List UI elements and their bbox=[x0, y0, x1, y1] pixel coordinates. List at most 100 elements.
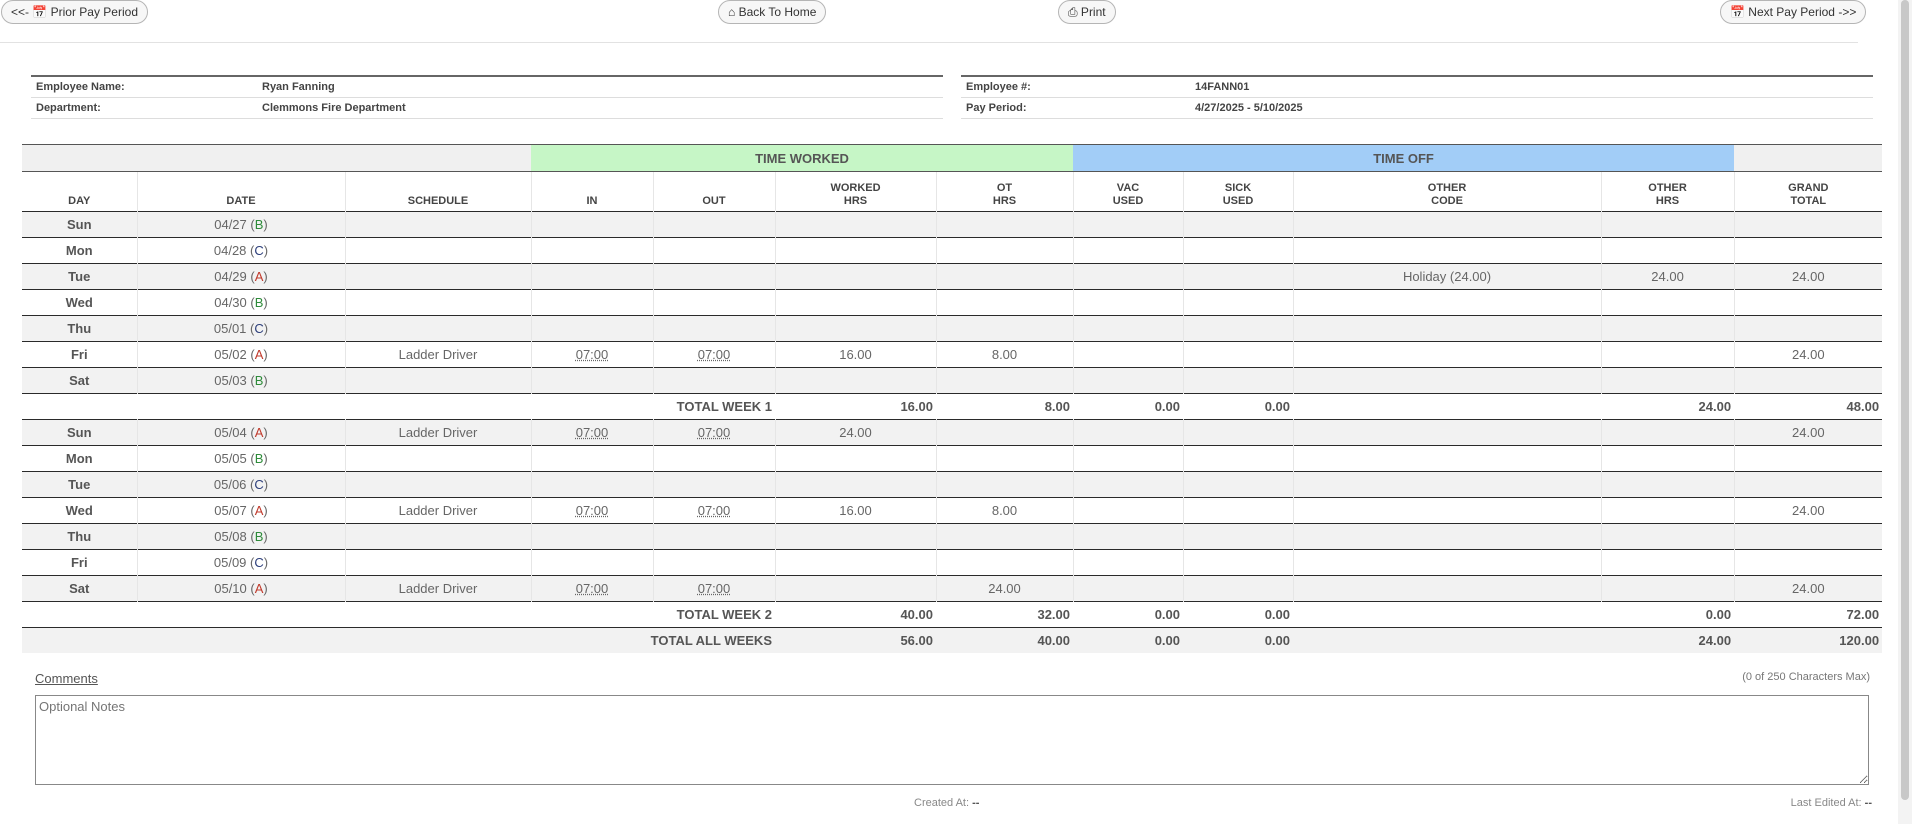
vertical-scrollbar[interactable] bbox=[1898, 0, 1912, 824]
date-value: 05/04 bbox=[214, 425, 247, 440]
schedule-cell: Ladder Driver bbox=[345, 419, 532, 446]
last-edited-label: Last Edited At: bbox=[1790, 797, 1862, 809]
in-time-cell: 07:00 bbox=[531, 575, 654, 602]
table-row: Thu 05/08 (B) bbox=[22, 523, 1883, 550]
sick-used-cell bbox=[1183, 471, 1294, 498]
day-cell: Sun bbox=[22, 419, 138, 446]
total-vac: 0.00 bbox=[1073, 393, 1184, 420]
in-time[interactable]: 07:00 bbox=[576, 581, 609, 596]
grand-total-cell: 24.00 bbox=[1734, 575, 1883, 602]
worked-hrs-cell bbox=[775, 237, 937, 264]
sick-used-cell bbox=[1183, 549, 1294, 576]
total-worked: 16.00 bbox=[775, 393, 936, 420]
worked-hrs-cell bbox=[775, 315, 937, 342]
print-button[interactable]: ⎙ Print bbox=[1058, 0, 1116, 24]
col-date: DATE bbox=[137, 171, 346, 212]
shift-code: A bbox=[254, 425, 264, 440]
out-time[interactable]: 07:00 bbox=[698, 347, 731, 362]
schedule-cell: Ladder Driver bbox=[345, 575, 532, 602]
grand-total-cell: 24.00 bbox=[1734, 341, 1883, 368]
col-other-hrs: OTHER HRS bbox=[1601, 171, 1735, 212]
in-time-cell bbox=[531, 367, 654, 394]
in-time-cell bbox=[531, 289, 654, 316]
total-other-hrs: 24.00 bbox=[1601, 627, 1735, 653]
vac-used-cell bbox=[1073, 523, 1184, 550]
other-hrs-cell bbox=[1601, 237, 1735, 264]
vac-used-cell bbox=[1073, 211, 1184, 238]
out-time-cell bbox=[653, 237, 776, 264]
pay-period-label: Pay Period: bbox=[961, 97, 1190, 119]
total-ot: 40.00 bbox=[936, 627, 1074, 653]
total-row: TOTAL ALL WEEKS 56.00 40.00 0.00 0.00 24.00 12… bbox=[22, 627, 1883, 653]
sick-used-cell bbox=[1183, 367, 1294, 394]
in-time-cell bbox=[531, 445, 654, 472]
date-value: 05/06 bbox=[213, 477, 247, 492]
shift-code: A bbox=[254, 503, 264, 518]
schedule-cell bbox=[345, 367, 532, 394]
sick-used-cell bbox=[1183, 237, 1294, 264]
schedule-cell bbox=[345, 289, 532, 316]
other-code-cell bbox=[1293, 549, 1602, 576]
other-hrs-cell bbox=[1601, 575, 1735, 602]
col-sick-used: SICK USED bbox=[1183, 171, 1294, 212]
total-other-hrs: 0.00 bbox=[1601, 601, 1735, 628]
day-cell: Sat bbox=[22, 367, 138, 394]
in-time[interactable]: 07:00 bbox=[576, 425, 609, 440]
shift-code: A bbox=[254, 347, 264, 362]
vac-used-cell bbox=[1073, 315, 1184, 342]
comments-textarea[interactable] bbox=[35, 695, 1869, 785]
table-row: Thu 05/01 (C) bbox=[22, 315, 1883, 342]
comments-label[interactable]: Comments bbox=[35, 671, 98, 686]
in-time[interactable]: 07:00 bbox=[576, 503, 609, 518]
day-cell: Sun bbox=[22, 211, 138, 238]
other-code-cell bbox=[1293, 315, 1602, 342]
sick-used-cell bbox=[1183, 341, 1294, 368]
table-row: Sat 05/10 (A) Ladder Driver 07:00 07:00 24.00… bbox=[22, 575, 1883, 602]
grand-total-cell bbox=[1734, 367, 1883, 394]
date-value: 04/30 bbox=[214, 295, 247, 310]
date-value: 05/07 bbox=[214, 503, 247, 518]
date-value: 04/27 bbox=[214, 217, 247, 232]
in-time-cell: 07:00 bbox=[531, 497, 654, 524]
employee-name-value: Ryan Fanning bbox=[257, 75, 943, 98]
schedule-cell: Ladder Driver bbox=[345, 497, 532, 524]
worked-hrs-cell bbox=[775, 263, 937, 290]
vac-used-cell bbox=[1073, 419, 1184, 446]
prior-pay-period-button[interactable]: <<- 📅 Prior Pay Period bbox=[1, 0, 148, 24]
other-code-cell bbox=[1293, 497, 1602, 524]
schedule-cell bbox=[345, 315, 532, 342]
ot-hrs-cell bbox=[936, 419, 1074, 446]
other-hrs-cell bbox=[1601, 497, 1735, 524]
out-time-cell bbox=[653, 367, 776, 394]
worked-hrs-cell bbox=[775, 575, 937, 602]
last-edited-value: -- bbox=[1864, 797, 1872, 809]
col-grand-total: GRAND TOTAL bbox=[1788, 182, 1829, 207]
out-time[interactable]: 07:00 bbox=[698, 503, 731, 518]
day-cell: Wed bbox=[22, 289, 138, 316]
sick-used-cell bbox=[1183, 419, 1294, 446]
date-cell: 04/30 (B) bbox=[137, 289, 346, 316]
other-code-cell: Holiday (24.00) bbox=[1293, 263, 1602, 290]
next-pay-period-button[interactable]: 📅 Next Pay Period ->> bbox=[1720, 0, 1867, 24]
total-sick: 0.00 bbox=[1183, 393, 1294, 420]
out-time[interactable]: 07:00 bbox=[698, 425, 731, 440]
grand-total-cell bbox=[1734, 211, 1883, 238]
table-row: Sun 05/04 (A) Ladder Driver 07:00 07:00 24.00… bbox=[22, 419, 1883, 446]
total-other-code bbox=[1293, 393, 1602, 420]
employee-info-right: Employee #: 14FANN01 Pay Period: 4/27/20… bbox=[961, 75, 1873, 119]
col-vac-used: VAC USED bbox=[1073, 171, 1184, 212]
date-value: 05/02 bbox=[214, 347, 247, 362]
employee-info-left: Employee Name: Ryan Fanning Department: … bbox=[31, 75, 943, 119]
employee-number-value: 14FANN01 bbox=[1190, 75, 1873, 98]
in-time[interactable]: 07:00 bbox=[576, 347, 609, 362]
day-cell: Mon bbox=[22, 445, 138, 472]
grand-total-cell bbox=[1734, 549, 1883, 576]
back-to-home-button[interactable]: ⌂ Back To Home bbox=[718, 0, 827, 24]
date-value: 05/08 bbox=[214, 529, 247, 544]
out-time[interactable]: 07:00 bbox=[698, 581, 731, 596]
scrollbar-thumb[interactable] bbox=[1901, 0, 1909, 800]
other-hrs-cell bbox=[1601, 523, 1735, 550]
date-cell: 05/10 (A) bbox=[137, 575, 346, 602]
shift-code: B bbox=[254, 217, 264, 232]
time-off-group: TIME OFF bbox=[1073, 144, 1735, 172]
